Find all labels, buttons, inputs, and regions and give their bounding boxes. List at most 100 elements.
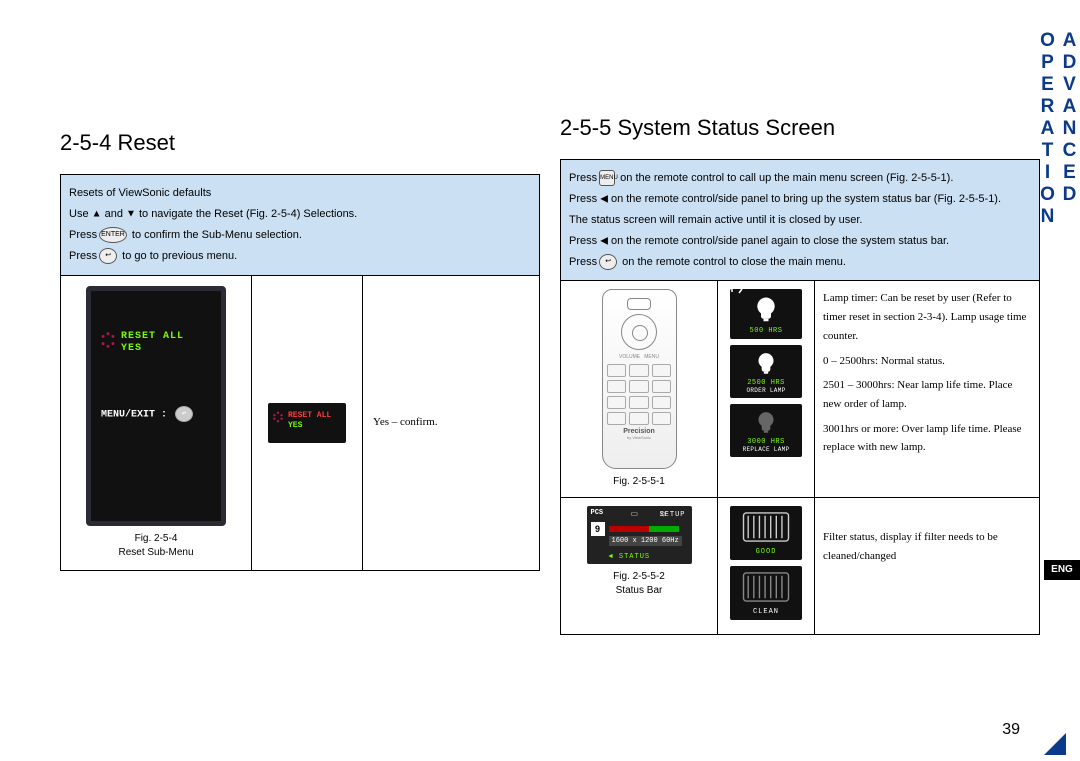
fig-254-caption: Fig. 2-5-4 Reset Sub-Menu	[71, 532, 241, 560]
reset-submenu-figure: RESET ALL YES MENU/EXIT : ↩	[86, 286, 226, 526]
fig-2551-caption: Fig. 2-5-5-1	[569, 475, 709, 489]
lamp-order-label: ORDER LAMP	[732, 387, 800, 394]
status-greenbar	[649, 526, 679, 532]
remote-btn	[629, 380, 649, 393]
reset-small-figure: RESET ALL YES	[268, 403, 346, 443]
lamp-replace-label: REPLACE LAMP	[732, 446, 800, 453]
flag-icon: ▭	[631, 509, 639, 518]
lamp-desc-3: 2501 – 3000hrs: Near lamp life time. Pla…	[823, 376, 1031, 413]
heading-reset: 2-5-4 Reset	[60, 130, 540, 156]
menu-button-icon: MENU	[599, 170, 615, 186]
remote-btn	[629, 396, 649, 409]
lamp-500-label: 500 HRS	[732, 327, 800, 335]
lamp-desc-4: 3001hrs or more: Over lamp life time. Pl…	[823, 420, 1031, 457]
lamp-desc-cell: Lamp timer: Can be reset by user (Refer …	[815, 281, 1039, 497]
down-arrow-icon: ▼	[126, 208, 136, 219]
remote-power-row	[627, 298, 651, 310]
filter-icon	[742, 512, 790, 542]
statusbar-figure: PCS ▭ ☼ SETUP 9 1600 x 1200 60Hz ◄ STATU…	[587, 506, 692, 564]
row-lamp: VOLUME MENU Precision by ViewSonic Fig. …	[561, 281, 1039, 497]
remote-btn	[607, 364, 627, 377]
lamp-500-card: 500 HRS	[730, 289, 802, 339]
remote-btn	[607, 412, 627, 425]
lamp-3000-card: 3000 HRS REPLACE LAMP	[730, 404, 802, 457]
filter-icons-cell: GOOD CLEAN	[718, 498, 815, 634]
rays-icon	[717, 287, 747, 295]
filter-desc-cell: Filter status, display if filter needs t…	[815, 498, 1039, 634]
remote-btn	[607, 380, 627, 393]
small-yes: YES	[288, 421, 302, 430]
reset-instructions-box: Resets of ViewSonic defaults Use ▲ and ▼…	[60, 174, 540, 276]
status-redbar	[609, 526, 649, 532]
back-button-icon: ↩	[599, 254, 617, 270]
status-label: ◄ STATUS	[609, 553, 651, 561]
bulb-icon	[753, 351, 779, 377]
page-corner-icon	[1044, 733, 1066, 755]
enter-button-icon: ENTER	[99, 227, 127, 243]
status-line3: The status screen will remain active unt…	[569, 210, 1031, 231]
language-tab: ENG	[1044, 560, 1080, 580]
reset-line4: Press↩ to go to previous menu.	[69, 246, 531, 267]
reset-submenu-cell: RESET ALL YES MENU/EXIT : ↩ Fig. 2-5-4 R…	[61, 276, 252, 570]
remote-btn	[652, 396, 672, 409]
reset-small-cell: RESET ALL YES	[252, 276, 363, 570]
lamp-3000-label: 3000 HRS	[732, 438, 800, 446]
lamp-icons-cell: 500 HRS 2500 HRS ORDER LAMP 3000 HRS REP…	[718, 281, 815, 497]
column-status: 2-5-5 System Status Screen PressMENU on …	[560, 115, 1040, 635]
bulb-icon	[753, 410, 779, 436]
bulb-icon	[751, 295, 781, 325]
remote-btn	[652, 380, 672, 393]
status-line2: Press ◀ on the remote control/side panel…	[569, 189, 1031, 210]
menu-exit-label: MENU/EXIT : ↩	[101, 406, 195, 422]
exit-button-icon: ↩	[175, 406, 193, 422]
lamp-desc-2: 0 – 2500hrs: Normal status.	[823, 352, 1031, 371]
remote-brand: Precision	[607, 428, 672, 435]
lamp-2500-card: 2500 HRS ORDER LAMP	[730, 345, 802, 398]
remote-button-grid	[607, 364, 672, 425]
filter-good-card: GOOD	[730, 506, 802, 560]
filter-clean-label: CLEAN	[732, 608, 800, 616]
remote-btn	[629, 364, 649, 377]
up-arrow-icon: ▲	[92, 208, 102, 219]
reset-figure-grid: RESET ALL YES MENU/EXIT : ↩ Fig. 2-5-4 R…	[60, 276, 540, 571]
left-arrow-icon: ◀	[600, 193, 608, 204]
reset-line3: PressENTER to confirm the Sub-Menu selec…	[69, 225, 531, 246]
remote-btn	[607, 396, 627, 409]
gear-icon	[99, 331, 117, 349]
side-section-tab: ADVANCED OPERATION	[1050, 30, 1080, 310]
resolution-label: 1600 x 1200 60Hz	[609, 536, 682, 546]
remote-sub: by ViewSonic	[607, 435, 672, 440]
page-number: 39	[1002, 721, 1020, 739]
status-figure-grid: VOLUME MENU Precision by ViewSonic Fig. …	[560, 281, 1040, 635]
setup-label: SETUP	[659, 511, 685, 519]
remote-figure: VOLUME MENU Precision by ViewSonic	[602, 289, 677, 469]
yes-confirm-cell: Yes – confirm.	[363, 276, 539, 570]
fig-2552-caption: Fig. 2-5-5-2 Status Bar	[569, 570, 709, 598]
column-reset: 2-5-4 Reset Resets of ViewSonic defaults…	[60, 130, 540, 571]
manual-page: ADVANCED OPERATION ENG 2-5-4 Reset Reset…	[0, 0, 1080, 761]
filter-good-label: GOOD	[732, 548, 800, 556]
back-button-icon: ↩	[99, 248, 117, 264]
small-reset-all: RESET ALL	[288, 411, 331, 420]
row-filter: PCS ▭ ☼ SETUP 9 1600 x 1200 60Hz ◄ STATU…	[561, 497, 1039, 634]
remote-cell: VOLUME MENU Precision by ViewSonic Fig. …	[561, 281, 718, 497]
status-line1: PressMENU on the remote control to call …	[569, 168, 1031, 189]
reset-line1: Resets of ViewSonic defaults	[69, 183, 531, 204]
reset-yes-label: YES	[121, 343, 142, 354]
status-line5: Press↩ on the remote control to close th…	[569, 252, 1031, 273]
statusbar-cell: PCS ▭ ☼ SETUP 9 1600 x 1200 60Hz ◄ STATU…	[561, 498, 718, 634]
filter-clean-card: CLEAN	[730, 566, 802, 620]
remote-midlabel: VOLUME MENU	[607, 354, 672, 360]
remote-dpad	[621, 314, 657, 350]
input-number: 9	[591, 522, 605, 536]
status-line4: Press ◀ on the remote control/side panel…	[569, 231, 1031, 252]
pcs-label: PCS	[591, 509, 604, 517]
lamp-desc-1: Lamp timer: Can be reset by user (Refer …	[823, 289, 1031, 345]
status-instructions-box: PressMENU on the remote control to call …	[560, 159, 1040, 281]
reset-line2: Use ▲ and ▼ to navigate the Reset (Fig. …	[69, 204, 531, 225]
remote-btn	[652, 412, 672, 425]
heading-status: 2-5-5 System Status Screen	[560, 115, 1040, 141]
filter-icon	[742, 572, 790, 602]
remote-btn	[652, 364, 672, 377]
lamp-2500-label: 2500 HRS	[732, 379, 800, 387]
